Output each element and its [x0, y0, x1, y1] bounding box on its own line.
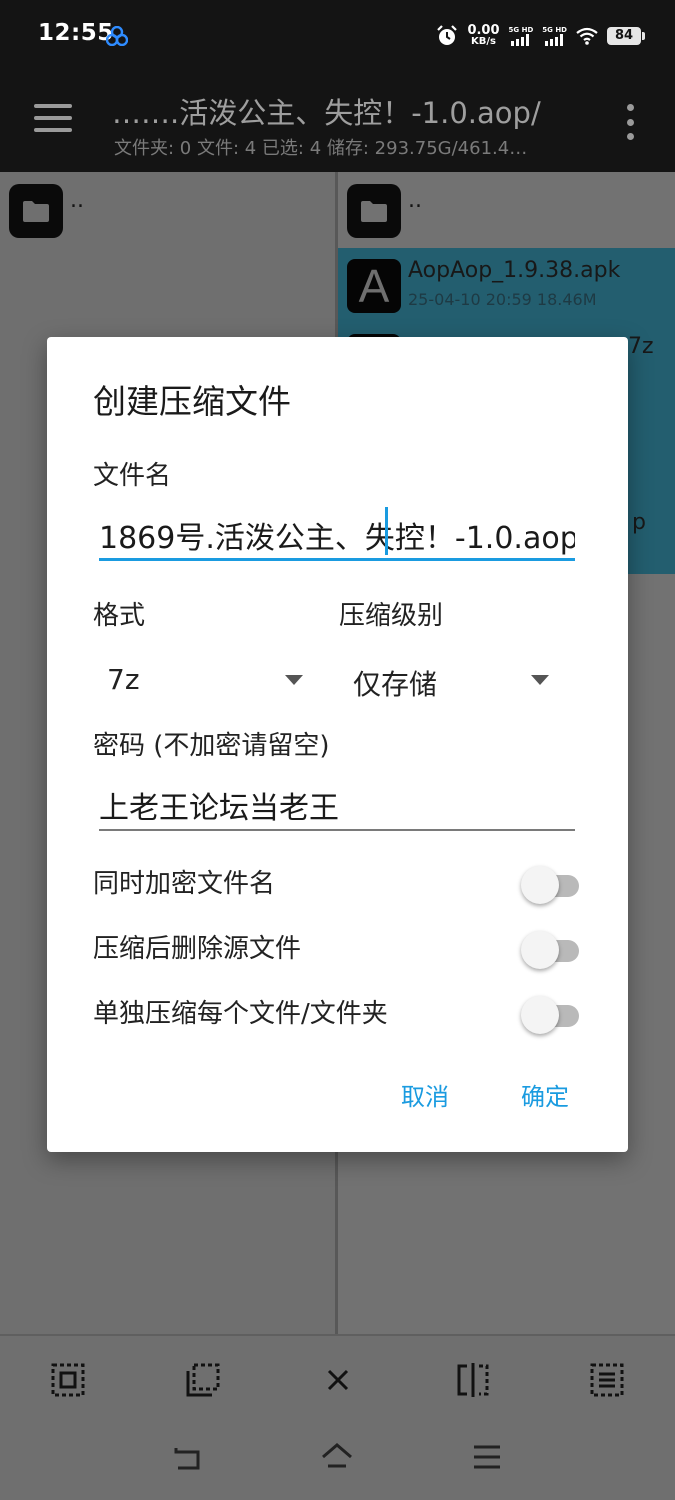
compression-level-value: 仅存储	[353, 668, 438, 701]
sim2-label: 5G HD	[542, 26, 567, 34]
compression-level-label: 压缩级别	[339, 601, 444, 631]
encrypt-filenames-toggle[interactable]	[521, 865, 583, 905]
text-cursor	[385, 507, 388, 555]
create-archive-dialog: 创建压缩文件 文件名 1869号.活泼公主、失控！-1.0.aop 格式 压缩级…	[47, 337, 628, 1152]
compression-level-dropdown[interactable]: 仅存储	[341, 655, 549, 705]
format-label: 格式	[93, 601, 146, 631]
dropdown-arrow-icon	[531, 675, 549, 685]
network-speed: 0.00 KB/s	[467, 23, 500, 47]
net-speed-unit: KB/s	[471, 36, 496, 47]
option-delete-source[interactable]: 压缩后删除源文件	[93, 920, 583, 970]
status-time: 12:55	[38, 20, 114, 46]
more-options-icon[interactable]	[624, 104, 636, 140]
signal-icon	[544, 34, 563, 46]
parent-folder-icon[interactable]	[347, 184, 401, 238]
menu-icon[interactable]	[34, 104, 72, 134]
ok-button[interactable]: 确定	[521, 1077, 569, 1112]
select-list-icon[interactable]	[589, 1362, 625, 1398]
battery-indicator: 84	[607, 27, 645, 45]
recents-icon[interactable]	[470, 1440, 504, 1474]
password-input[interactable]: 上老王论坛当老王	[99, 777, 575, 831]
dialog-title: 创建压缩文件	[93, 382, 291, 421]
back-icon[interactable]	[170, 1440, 204, 1474]
current-path: …….活泼公主、失控！-1.0.aop/	[112, 96, 541, 130]
alarm-icon	[437, 25, 458, 45]
apk-file-icon: A	[347, 259, 401, 313]
file-meta: 25-04-10 20:59 18.46M	[408, 290, 597, 309]
app-bar: …….活泼公主、失控！-1.0.aop/ 文件夹: 0 文件: 4 已选: 4 …	[0, 72, 675, 172]
format-dropdown[interactable]: 7z	[95, 655, 303, 705]
path-summary: 文件夹: 0 文件: 4 已选: 4 储存: 293.75G/461.4…	[114, 138, 528, 159]
cancel-button[interactable]: 取消	[401, 1077, 449, 1112]
option-label: 同时加密文件名	[93, 869, 276, 899]
dropdown-arrow-icon	[285, 675, 303, 685]
delete-source-toggle[interactable]	[521, 930, 583, 970]
parent-folder-label[interactable]: ..	[408, 188, 422, 213]
option-label: 单独压缩每个文件/文件夹	[93, 999, 388, 1029]
file-name-fragment: p	[632, 510, 646, 535]
format-value: 7z	[107, 663, 140, 696]
cloud-sync-icon	[106, 26, 128, 46]
option-label: 压缩后删除源文件	[93, 934, 302, 964]
system-nav-bar	[0, 1424, 675, 1500]
parent-folder-label[interactable]: ..	[70, 188, 84, 213]
parent-folder-icon[interactable]	[9, 184, 63, 238]
wifi-icon	[576, 27, 598, 45]
sim2-signal: 5G HD	[542, 26, 567, 46]
sim1-label: 5G HD	[508, 26, 534, 34]
status-icons: 0.00 KB/s 5G HD 5G HD 84	[436, 20, 645, 52]
select-range-icon[interactable]	[185, 1362, 221, 1398]
filename-label: 文件名	[93, 461, 172, 491]
option-encrypt-filenames[interactable]: 同时加密文件名	[93, 855, 583, 905]
status-bar: 12:55 0.00 KB/s 5G HD 5G HD 84	[0, 0, 675, 72]
home-icon[interactable]	[320, 1440, 354, 1474]
password-value: 上老王论坛当老王	[99, 791, 339, 826]
option-compress-separately[interactable]: 单独压缩每个文件/文件夹	[93, 985, 583, 1035]
selection-toolbar	[0, 1334, 675, 1424]
close-icon[interactable]	[320, 1362, 356, 1398]
signal-icon	[510, 34, 529, 46]
net-speed-value: 0.00	[467, 23, 500, 38]
file-name: AopAop_1.9.38.apk	[408, 258, 621, 283]
filename-value[interactable]: 1869号.活泼公主、失控！-1.0.aop	[99, 513, 575, 557]
invert-selection-icon[interactable]	[455, 1362, 491, 1398]
password-label: 密码 (不加密请留空)	[93, 731, 330, 761]
file-name-fragment: 7z	[628, 334, 654, 359]
select-all-icon[interactable]	[50, 1362, 86, 1398]
compress-separately-toggle[interactable]	[521, 995, 583, 1035]
sim1-signal: 5G HD	[508, 26, 534, 46]
